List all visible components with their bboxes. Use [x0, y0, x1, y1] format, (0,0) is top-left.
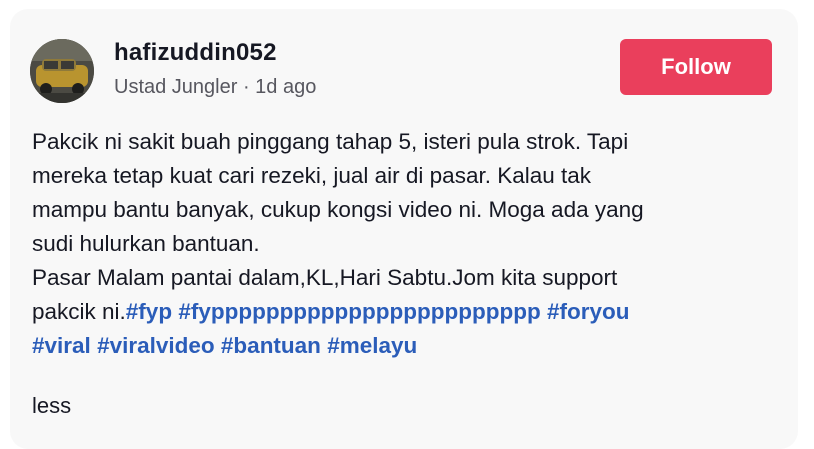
- hashtag-fyp[interactable]: #fyp: [126, 299, 172, 324]
- hashtag-foryou[interactable]: #foryou: [547, 299, 630, 324]
- caption-line: mampu bantu banyak, cukup kongsi video n…: [32, 197, 644, 222]
- avatar[interactable]: [30, 39, 94, 103]
- hashtag-melayu[interactable]: #melayu: [327, 333, 417, 358]
- caption-line: pakcik ni.: [32, 299, 126, 324]
- hashtag-fypppp[interactable]: #fypppppppppppppppppppppppp: [178, 299, 540, 324]
- follow-button[interactable]: Follow: [620, 39, 772, 95]
- avatar-photo-icon: [30, 39, 94, 103]
- caption-line: Pasar Malam pantai dalam,KL,Hari Sabtu.J…: [32, 265, 618, 290]
- caption-text: Pakcik ni sakit buah pinggang tahap 5, i…: [32, 125, 772, 363]
- username[interactable]: hafizuddin052: [114, 39, 277, 67]
- less-toggle[interactable]: less: [32, 393, 71, 419]
- hashtag-viralvideo[interactable]: #viralvideo: [97, 333, 215, 358]
- caption-line: sudi hulurkan bantuan.: [32, 231, 260, 256]
- caption-line-with-hashtags: pakcik ni.#fyp #fypppppppppppppppppppppp…: [32, 295, 772, 329]
- post-meta: Ustad Jungler · 1d ago: [114, 76, 317, 98]
- comment-card: hafizuddin052 Ustad Jungler · 1d ago Fol…: [10, 9, 798, 449]
- caption-line: mereka tetap kuat cari rezeki, jual air …: [32, 163, 592, 188]
- hashtag-line: #viral #viralvideo #bantuan #melayu: [32, 329, 772, 363]
- hashtag-viral[interactable]: #viral: [32, 333, 91, 358]
- hashtag-bantuan[interactable]: #bantuan: [221, 333, 321, 358]
- caption-line: Pakcik ni sakit buah pinggang tahap 5, i…: [32, 129, 629, 154]
